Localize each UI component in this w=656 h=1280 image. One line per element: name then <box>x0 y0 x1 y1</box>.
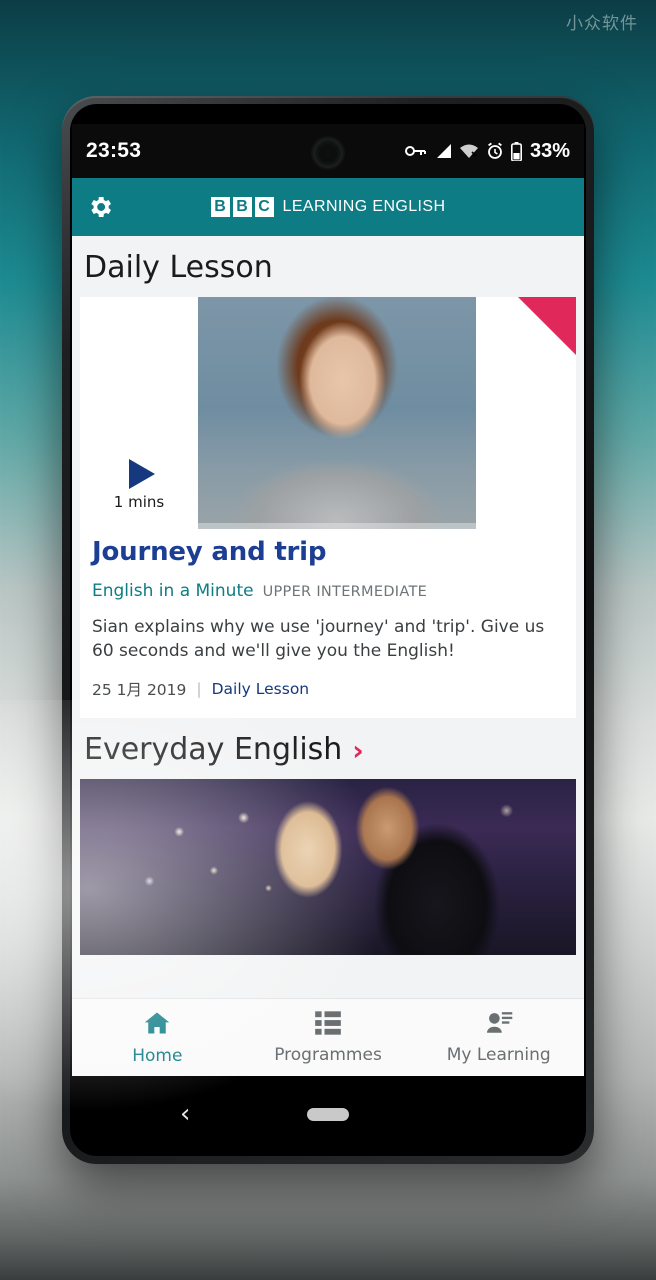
section-title-daily-lesson: Daily Lesson <box>72 236 584 297</box>
bottom-navigation: Home Programmes My Learning <box>72 998 584 1076</box>
bbc-block-2: B <box>232 197 252 217</box>
alarm-clock-icon <box>486 142 504 160</box>
battery-percent-label: 33% <box>529 139 570 162</box>
gear-icon[interactable] <box>86 193 114 221</box>
lesson-date: 25 1月 2019 <box>92 681 187 700</box>
lesson-description: Sian explains why we use 'journey' and '… <box>92 617 545 662</box>
lesson-series-label[interactable]: English in a Minute <box>92 581 254 601</box>
android-navigation-bar: ‹ <box>72 1076 584 1152</box>
duration-label: 1 mins <box>113 493 165 511</box>
everyday-english-heading: Everyday English <box>84 732 343 768</box>
battery-icon <box>510 141 522 161</box>
vpn-key-icon <box>404 143 427 159</box>
section-title-everyday-english[interactable]: Everyday English › <box>72 718 584 779</box>
chevron-right-icon[interactable]: › <box>352 737 364 765</box>
lesson-title[interactable]: Journey and trip <box>92 537 564 567</box>
card-body: Journey and trip English in a Minute UPP… <box>80 529 576 708</box>
scroll-content[interactable]: Daily Lesson 1 mins Journey and trip Eng… <box>72 236 584 998</box>
nav-item-programmes[interactable]: Programmes <box>243 999 414 1076</box>
footer-separator: | <box>196 680 202 699</box>
list-grid-icon <box>314 1010 342 1041</box>
card-media: 1 mins <box>80 297 576 529</box>
bbc-block-3: C <box>254 197 274 217</box>
nav-label-home: Home <box>132 1046 183 1066</box>
media-meta: 1 mins <box>80 297 198 529</box>
lesson-level-label: UPPER INTERMEDIATE <box>262 584 428 600</box>
app-header: B B C LEARNING ENGLISH <box>72 178 584 236</box>
nav-item-home[interactable]: Home <box>72 999 243 1076</box>
phone-screen: 23:53 33% B B C LEARNING ENGLISH Daily L… <box>72 124 584 1076</box>
back-chevron-icon[interactable]: ‹ <box>180 1101 190 1127</box>
bbc-block-1: B <box>210 197 230 217</box>
status-clock: 23:53 <box>86 139 142 162</box>
nav-label-my-learning: My Learning <box>446 1045 551 1065</box>
everyday-english-thumbnail[interactable] <box>80 779 576 956</box>
daily-lesson-heading: Daily Lesson <box>84 250 273 285</box>
person-lines-icon <box>484 1010 514 1041</box>
phone-device: 23:53 33% B B C LEARNING ENGLISH Daily L… <box>62 96 594 1164</box>
lesson-footer: 25 1月 2019 | Daily Lesson <box>92 678 564 708</box>
status-icons: 33% <box>404 139 570 163</box>
nav-label-programmes: Programmes <box>274 1045 382 1065</box>
lesson-meta-row: English in a Minute UPPER INTERMEDIATE <box>92 581 564 601</box>
signal-bars-icon <box>434 143 452 159</box>
status-bar: 23:53 33% <box>72 124 584 178</box>
lesson-thumbnail[interactable] <box>198 297 476 529</box>
front-camera-icon <box>313 138 343 168</box>
corner-flag-icon <box>518 297 576 355</box>
nav-item-my-learning[interactable]: My Learning <box>413 999 584 1076</box>
wifi-off-icon <box>459 143 479 159</box>
bbc-blocks-icon: B B C <box>210 197 274 217</box>
lesson-category-link[interactable]: Daily Lesson <box>212 680 310 698</box>
desktop-background: 小众软件 23:53 33% B B C LEARNING ENGLISH Da… <box>0 0 656 1280</box>
home-pill-icon[interactable] <box>307 1107 349 1121</box>
everyday-english-card[interactable] <box>80 779 576 956</box>
play-triangle-icon[interactable] <box>129 459 155 489</box>
watermark-label: 小众软件 <box>566 14 638 34</box>
home-icon <box>142 1009 172 1042</box>
brand-title: LEARNING ENGLISH <box>282 198 446 215</box>
daily-lesson-card[interactable]: 1 mins Journey and trip English in a Min… <box>80 297 576 719</box>
phone-bezel: 23:53 33% B B C LEARNING ENGLISH Daily L… <box>70 104 586 1156</box>
brand-logo: B B C LEARNING ENGLISH <box>72 197 584 217</box>
